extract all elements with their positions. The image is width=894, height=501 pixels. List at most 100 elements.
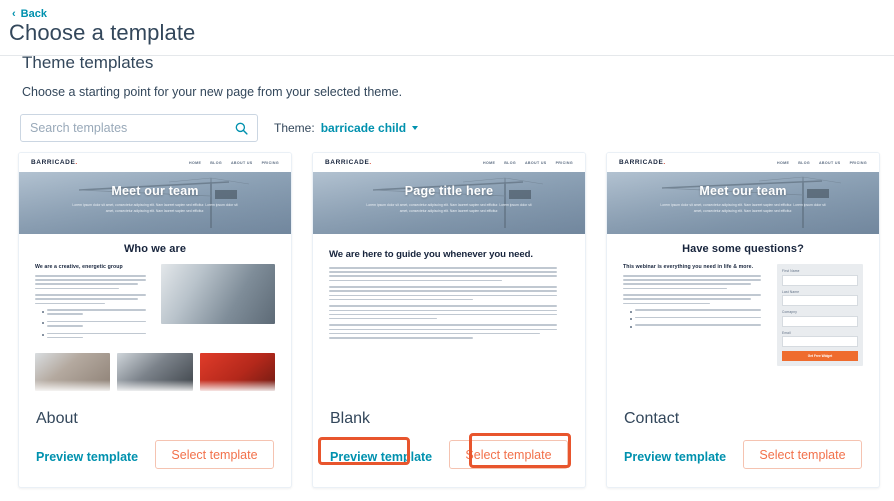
search-input[interactable]: [30, 121, 235, 135]
mini-hero: Meet our team Lorem ipsum dolor sit amet…: [19, 172, 291, 234]
mini-nav-links: HOME BLOG ABOUT US PRICING: [483, 161, 573, 165]
template-card-contact[interactable]: BARRICADE. HOME BLOG ABOUT US PRICING Me…: [606, 152, 880, 488]
mini-team-photo: [160, 264, 275, 324]
theme-filter-value[interactable]: barricade child: [321, 121, 406, 135]
page-title: Choose a template: [9, 20, 196, 45]
template-card-about[interactable]: BARRICADE. HOME BLOG ABOUT US PRICING Me…: [18, 152, 292, 488]
preview-template-link[interactable]: Preview template: [624, 450, 726, 464]
template-card-blank[interactable]: BARRICADE. HOME BLOG ABOUT US PRICING Pa…: [312, 152, 586, 488]
mini-nav-home: HOME: [777, 160, 790, 165]
select-template-button[interactable]: Select template: [743, 440, 862, 469]
mini-nav-pricing: PRICING: [849, 160, 867, 165]
chevron-down-icon[interactable]: [412, 126, 419, 130]
mini-hero: Meet our team Lorem ipsum dolor sit amet…: [607, 172, 879, 234]
mini-body: We are here to guide you whenever you ne…: [313, 234, 585, 339]
mini-logo-dot: .: [663, 159, 666, 166]
chevron-left-icon[interactable]: ‹: [12, 8, 16, 20]
mini-bullet-item: [42, 320, 152, 329]
template-thumbnail[interactable]: BARRICADE. HOME BLOG ABOUT US PRICING: [313, 153, 585, 396]
mini-form-label: Email: [782, 330, 791, 335]
mini-form-input: [782, 274, 858, 286]
mini-hero-paragraph: Lorem ipsum dolor sit amet, consectetur …: [660, 203, 826, 214]
mini-hero-title: Meet our team: [111, 184, 199, 198]
mini-nav-home: HOME: [189, 160, 202, 165]
mini-form-label: Last Name: [782, 289, 800, 294]
template-card-footer: About Preview template Select template: [19, 396, 291, 487]
mini-logo: BARRICADE.: [619, 159, 666, 166]
select-template-button[interactable]: Select template: [449, 440, 568, 469]
thumbnail-fade: [607, 380, 879, 396]
thumbnail-fade: [313, 380, 585, 396]
mini-body-heading: Have some questions?: [682, 243, 804, 255]
mini-form-input: [782, 295, 858, 307]
mini-bullet-item: [630, 324, 768, 328]
mini-bullet-list: [623, 309, 768, 328]
mini-paragraph: [329, 286, 569, 301]
mini-body-heading: Who we are: [123, 243, 187, 255]
mini-body-heading: We are here to guide you whenever you ne…: [329, 249, 533, 260]
mini-form-label: First Name: [782, 269, 800, 273]
mini-paragraph: [35, 294, 152, 305]
mini-nav-home: HOME: [483, 160, 496, 165]
mini-bullet-item: [630, 309, 768, 313]
back-link[interactable]: ‹ Back: [12, 8, 47, 20]
mini-nav-blog: BLOG: [798, 160, 810, 165]
mini-form-input: [782, 315, 858, 327]
template-thumbnail[interactable]: BARRICADE. HOME BLOG ABOUT US PRICING: [19, 153, 291, 396]
mini-paragraph: [329, 305, 569, 320]
mini-logo: BARRICADE.: [325, 159, 372, 166]
mini-nav-about: ABOUT US: [524, 160, 547, 165]
mini-paragraph: [623, 294, 768, 305]
mini-bullet-item: [42, 332, 152, 341]
search-templates-box[interactable]: [20, 114, 258, 142]
search-icon[interactable]: [235, 122, 248, 135]
mini-logo-text: BARRICADE: [619, 159, 664, 166]
mini-body: Who we are We are a creative, energetic …: [19, 234, 291, 392]
mini-nav-blog: BLOG: [504, 160, 516, 165]
section-title: Theme templates: [22, 53, 154, 72]
mini-nav-pricing: PRICING: [555, 160, 573, 165]
template-thumbnail[interactable]: BARRICADE. HOME BLOG ABOUT US PRICING: [607, 153, 879, 396]
back-link-label[interactable]: Back: [21, 8, 47, 20]
mini-logo-dot: .: [75, 159, 78, 166]
mini-hero: Page title here Lorem ipsum dolor sit am…: [313, 172, 585, 234]
preview-template-link[interactable]: Preview template: [36, 450, 138, 464]
section-subtitle: Choose a starting point for your new pag…: [22, 85, 403, 99]
mini-bullet-item: [630, 316, 768, 321]
mini-nav-pricing: PRICING: [261, 160, 279, 165]
mini-paragraph: [35, 275, 152, 290]
mini-hero-paragraph: Lorem ipsum dolor sit amet, consectetur …: [72, 203, 238, 214]
template-name: Contact: [624, 410, 680, 427]
mini-site-nav: BARRICADE. HOME BLOG ABOUT US PRICING: [607, 153, 879, 172]
mini-bullet-list: [35, 309, 152, 341]
mini-form-label: Comapny: [782, 310, 798, 315]
mini-hero-title: Page title here: [404, 184, 494, 198]
mini-nav-blog: BLOG: [210, 160, 222, 165]
template-card-footer: Contact Preview template Select template: [607, 396, 879, 487]
mini-sub-heading: This webinar is everything you need in l…: [623, 264, 754, 270]
page-header: ‹ Back Choose a template: [0, 0, 894, 56]
preview-template-link[interactable]: Preview template: [330, 450, 432, 464]
mini-form-input: [782, 336, 858, 348]
template-name: About: [36, 410, 78, 427]
mini-logo-dot: .: [369, 159, 372, 166]
mini-paragraph: [623, 275, 768, 290]
select-template-button[interactable]: Select template: [155, 440, 274, 469]
mini-paragraph: [329, 267, 569, 282]
mini-site-nav: BARRICADE. HOME BLOG ABOUT US PRICING: [313, 153, 585, 172]
mini-hero-title: Meet our team: [699, 184, 787, 198]
mini-form-submit-button: Get Free Widget: [782, 351, 858, 362]
mini-hero-paragraph: Lorem ipsum dolor sit amet, consectetur …: [366, 203, 532, 214]
mini-contact-form: First Name Last Name Comapny Email Get F…: [777, 264, 863, 367]
mini-logo-text: BARRICADE: [325, 159, 370, 166]
template-name: Blank: [330, 410, 371, 427]
mini-site-nav: BARRICADE. HOME BLOG ABOUT US PRICING: [19, 153, 291, 172]
thumbnail-fade: [19, 380, 291, 396]
mini-bullet-item: [42, 309, 152, 317]
theme-filter[interactable]: Theme: barricade child: [274, 121, 419, 135]
template-card-footer: Blank Preview template Select template: [313, 396, 585, 487]
mini-sub-heading: We are a creative, energetic group: [35, 264, 123, 270]
mini-nav-about: ABOUT US: [230, 160, 253, 165]
choose-template-page: Theme templates Choose a starting point …: [0, 0, 894, 501]
mini-body: Have some questions? This webinar is eve…: [607, 234, 879, 367]
